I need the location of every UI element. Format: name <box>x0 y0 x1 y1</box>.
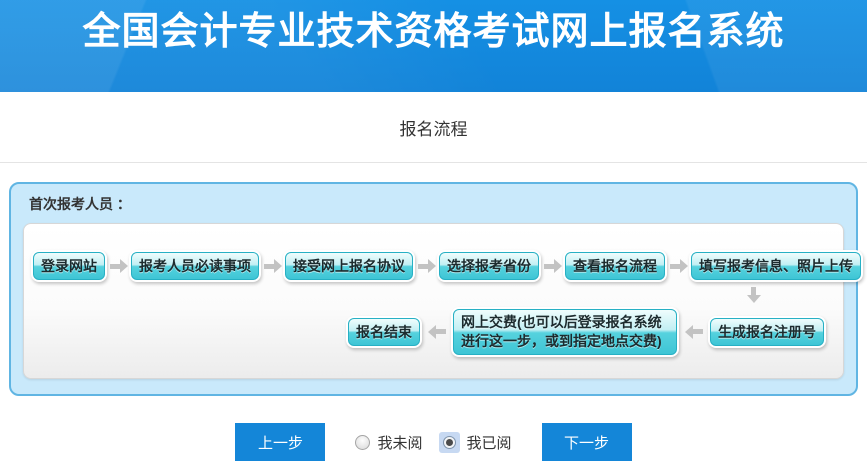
step-login: 登录网站 <box>31 250 107 282</box>
arrow-right-icon <box>418 264 428 269</box>
arrow-right-icon <box>110 264 120 269</box>
flowchart-container: 登录网站 报考人员必读事项 接受网上报名协议 选择报考省份 查看报名流程 <box>23 223 844 379</box>
first-time-applicant-panel: 首次报考人员 ： 登录网站 报考人员必读事项 接受网上报名协议 选择报考省份 <box>9 182 858 396</box>
step-registration-finished: 报名结束 <box>346 316 422 348</box>
section-title-bar: 报名流程 <box>0 92 867 163</box>
radio-option-unread[interactable]: 我未阅 <box>355 432 422 453</box>
radio-checked-icon[interactable] <box>439 432 460 453</box>
group-label: 首次报考人员 ： <box>11 184 856 223</box>
arrow-right-icon <box>264 264 274 269</box>
radio-unread-label[interactable]: 我未阅 <box>377 432 422 453</box>
flow-row-1: 登录网站 报考人员必读事项 接受网上报名协议 选择报考省份 查看报名流程 <box>31 250 836 282</box>
arrow-right-icon <box>670 264 680 269</box>
flow-connector-row <box>31 287 836 303</box>
step-label: 生成报名注册号 <box>710 318 824 346</box>
step-label: 报考人员必读事项 <box>131 252 259 280</box>
step-must-read: 报考人员必读事项 <box>129 250 261 282</box>
step-online-payment: 网上交费(也可以后登录报名系统进行这一步，或到指定地点交费) <box>451 307 679 357</box>
step-view-process: 查看报名流程 <box>563 250 667 282</box>
radio-option-read[interactable]: 我已阅 <box>439 432 512 453</box>
step-label: 查看报名流程 <box>565 252 665 280</box>
site-title: 全国会计专业技术资格考试网上报名系统 <box>82 7 784 57</box>
footer-controls: 上一步 我未阅 我已阅 下一步 <box>0 423 867 461</box>
arrow-right-icon <box>544 264 554 269</box>
step-label: 填写报考信息、照片上传 <box>691 252 861 280</box>
radio-read-label[interactable]: 我已阅 <box>467 432 512 453</box>
arrow-left-icon <box>693 329 703 334</box>
step-label: 接受网上报名协议 <box>285 252 413 280</box>
arrow-left-icon <box>436 329 446 334</box>
section-title: 报名流程 <box>400 115 468 140</box>
read-confirmation-radio-group: 我未阅 我已阅 <box>355 432 511 453</box>
step-generate-registration-number: 生成报名注册号 <box>708 316 826 348</box>
prev-step-button[interactable]: 上一步 <box>235 423 325 461</box>
arrow-down-icon <box>751 287 756 295</box>
radio-unchecked-icon[interactable] <box>355 435 370 450</box>
next-step-button[interactable]: 下一步 <box>542 423 632 461</box>
step-label: 报名结束 <box>348 318 420 346</box>
page-header: 全国会计专业技术资格考试网上报名系统 <box>0 0 867 92</box>
step-accept-agreement: 接受网上报名协议 <box>283 250 415 282</box>
registration-page: 全国会计专业技术资格考试网上报名系统 报名流程 首次报考人员 ： 登录网站 报考… <box>0 0 867 468</box>
step-label: 登录网站 <box>33 252 105 280</box>
step-fill-info-upload-photo: 填写报考信息、照片上传 <box>689 250 863 282</box>
flow-row-2: 报名结束 网上交费(也可以后登录报名系统进行这一步，或到指定地点交费) 生成报名… <box>31 307 836 357</box>
step-select-province: 选择报考省份 <box>437 250 541 282</box>
step-label: 网上交费(也可以后登录报名系统进行这一步，或到指定地点交费) <box>453 309 677 355</box>
step-label: 选择报考省份 <box>439 252 539 280</box>
